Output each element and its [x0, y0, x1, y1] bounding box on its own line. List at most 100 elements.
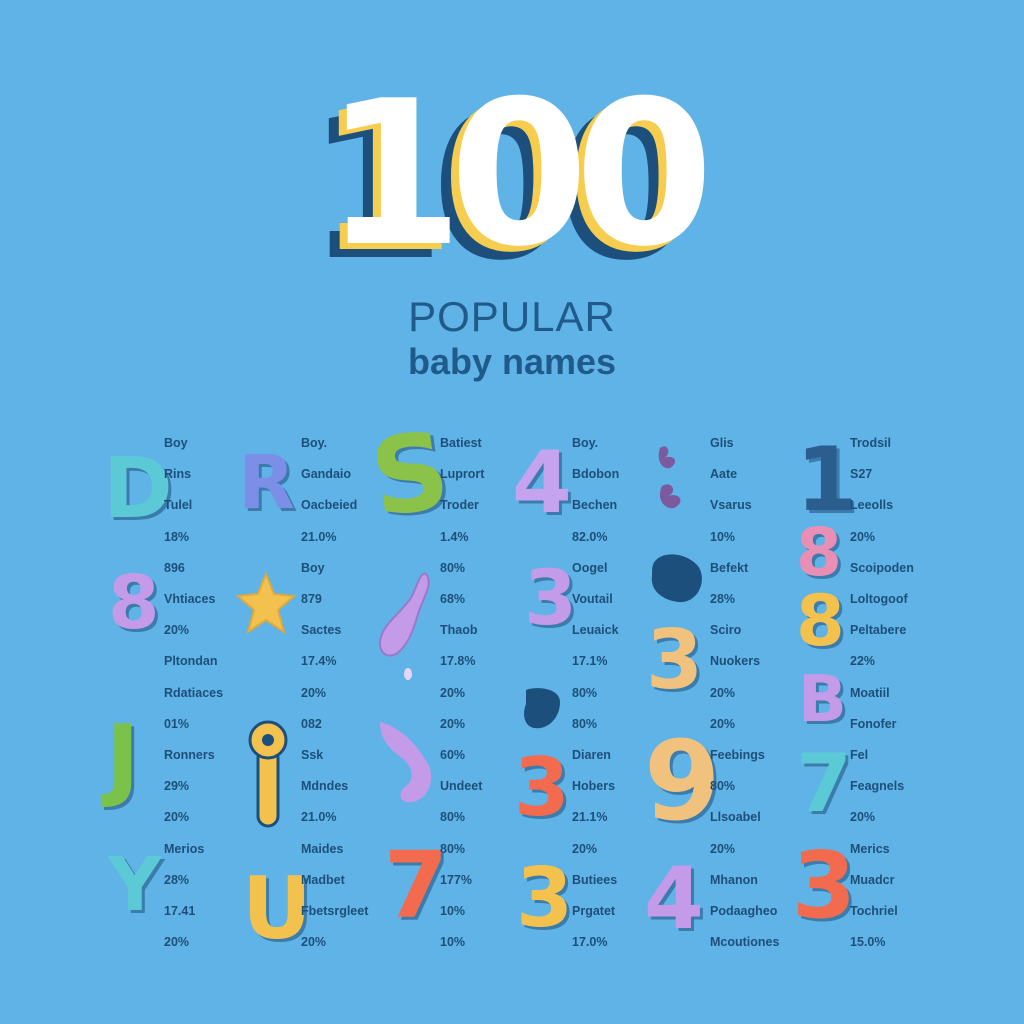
glyph-8-yellow: 8: [796, 580, 845, 662]
glyph-8-left: 8: [108, 560, 160, 646]
name-entry: 80%: [572, 685, 598, 700]
name-entry: Peltabere: [850, 623, 907, 638]
name-entry: Moatiil: [850, 685, 890, 700]
name-entry: 20%: [572, 841, 598, 856]
name-entry: Voutail: [572, 592, 613, 606]
glyph-3-outline: 3: [646, 613, 704, 708]
name-entry: Boy.: [572, 436, 599, 450]
name-entry: 177%: [440, 872, 472, 887]
name-entry: 18%: [164, 529, 190, 544]
name-entry: 21.1%: [572, 810, 608, 825]
name-entry: 17.4%: [301, 654, 337, 669]
name-entry: 879: [301, 592, 322, 606]
name-entry: 20%: [850, 529, 876, 544]
name-entry: 17.41: [164, 904, 196, 918]
name-entry: 15.0%: [850, 935, 886, 950]
name-entry: S27: [850, 467, 873, 482]
name-entry: Oacbeied: [301, 498, 358, 513]
doodle-navy-drop: [520, 684, 564, 732]
glyph-4-bottom: 4: [644, 849, 704, 949]
doodle-star: [236, 570, 296, 640]
name-entry: Ssk: [301, 748, 324, 762]
name-entry: 20%: [164, 935, 190, 950]
name-entry: Fonofer: [850, 716, 897, 731]
name-entry: Pltondan: [164, 654, 218, 669]
name-entry: Tochriel: [850, 904, 898, 918]
glyph-3-coral: 3: [792, 832, 857, 939]
glyph-r: R: [238, 440, 295, 526]
name-entry: 82.0%: [572, 529, 608, 544]
glyph-3-red: 3: [514, 741, 570, 834]
name-entry: Luprort: [440, 467, 485, 482]
name-entry: Scoipoden: [850, 560, 914, 575]
name-entry: 01%: [164, 716, 190, 731]
glyph-1: 1: [796, 428, 858, 531]
name-entry: Muadcr: [850, 872, 895, 887]
name-entry: Mhanon: [710, 872, 758, 887]
name-entry: 80%: [440, 841, 466, 856]
name-entry: Troder: [440, 498, 479, 513]
name-entry: Boy: [301, 560, 325, 575]
name-entry: Mcoutiones: [710, 935, 780, 950]
name-entry: 1.4%: [440, 529, 469, 544]
name-entry: 29%: [164, 779, 190, 794]
name-entry: 10%: [440, 935, 466, 950]
name-entry: 20%: [164, 810, 190, 825]
name-entry: Leuaick: [572, 623, 619, 638]
glyph-4-top: 4: [512, 433, 572, 533]
name-entry: Tulel: [164, 498, 193, 513]
name-entry: 28%: [710, 592, 736, 606]
name-entry: Bdobon: [572, 467, 620, 482]
name-entry: 20%: [850, 810, 876, 825]
name-entry: 10%: [710, 529, 736, 544]
name-entry: Leeolls: [850, 498, 894, 513]
name-entry: Loltogoof: [850, 592, 908, 606]
name-entry: Nuokers: [710, 654, 761, 669]
doodle-purple-star-blob: [374, 570, 438, 680]
hero-number-face: 100: [324, 58, 713, 291]
name-entry: 17.0%: [572, 935, 608, 950]
name-entry: Fel: [850, 748, 869, 762]
name-entry: Madbet: [301, 872, 345, 887]
glyph-3-purple: 3: [524, 553, 577, 642]
name-entry: Prgatet: [572, 904, 616, 918]
name-entry: 20%: [440, 685, 466, 700]
name-entry: Mdndes: [301, 779, 349, 794]
name-entry: Boy.: [301, 436, 328, 450]
hero-subtitle-popular: POPULAR: [408, 293, 616, 340]
name-entry: 17.1%: [572, 654, 608, 669]
name-entry: 20%: [440, 716, 466, 731]
name-entry: Rdatiaces: [164, 685, 224, 700]
name-entry: Vhtiaces: [164, 592, 216, 606]
name-entry: Feagnels: [850, 779, 905, 794]
name-entry: 28%: [164, 872, 190, 887]
name-entry: 896: [164, 560, 185, 575]
name-entry: Maides: [301, 841, 344, 856]
name-entry: 20%: [710, 685, 736, 700]
name-entry: Merics: [850, 841, 890, 856]
glyph-d: D: [103, 439, 173, 537]
name-entry: 80%: [440, 810, 466, 825]
name-entry: Podaagheo: [710, 904, 778, 918]
glyph-8-pink: 8: [796, 514, 842, 591]
doodle-purple-swoosh: [372, 716, 442, 806]
name-entry: Feebings: [710, 748, 765, 762]
name-entry: Sactes: [301, 623, 342, 638]
glyph-7-blue: 7: [796, 737, 852, 830]
name-entry: Oogel: [572, 560, 608, 575]
name-entry: 21.0%: [301, 529, 337, 544]
name-entry: Undeet: [440, 779, 483, 794]
name-entry: Thaob: [440, 623, 478, 638]
name-entry: 68%: [440, 592, 466, 606]
name-entry: 082: [301, 716, 322, 731]
doodle-key-shape: [244, 718, 294, 828]
name-entry: Batiest: [440, 436, 482, 450]
name-entry: Aate: [710, 467, 738, 482]
doodle-navy-blob: [648, 550, 706, 606]
name-entry: 10%: [440, 904, 466, 918]
glyph-3-yellow: 3: [516, 851, 574, 946]
glyph-b: B: [798, 663, 847, 737]
hero-subtitle-baby-names: baby names: [407, 341, 617, 382]
name-entry: Butiees: [572, 872, 618, 887]
name-entry: 21.0%: [301, 810, 337, 825]
